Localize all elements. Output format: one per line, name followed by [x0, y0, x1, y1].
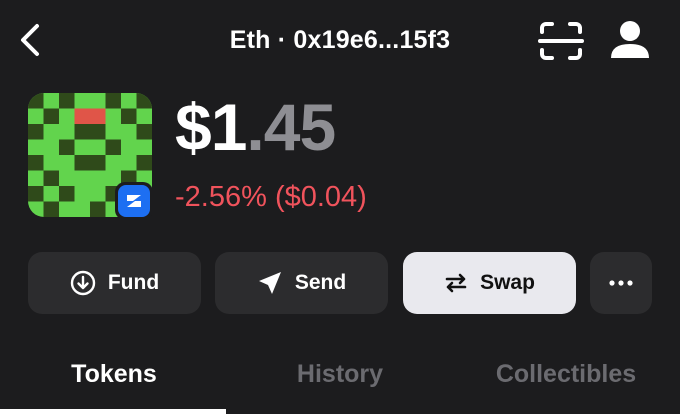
scan-icon [538, 22, 584, 60]
scan-button[interactable] [538, 20, 584, 62]
more-button[interactable] [590, 252, 652, 314]
send-button[interactable]: Send [215, 252, 388, 314]
zksync-icon [127, 195, 141, 207]
arrow-down-circle-icon [70, 270, 96, 296]
swap-button[interactable]: Swap [403, 252, 576, 314]
profile-icon [611, 21, 649, 58]
tab-history[interactable]: History [255, 360, 425, 389]
fund-button[interactable]: Fund [28, 252, 201, 314]
send-label: Send [294, 271, 347, 294]
profile-button[interactable] [607, 18, 653, 62]
balance-decimal: .45 [246, 90, 336, 164]
active-tab-indicator [0, 409, 226, 414]
tab-collectibles[interactable]: Collectibles [480, 360, 652, 389]
more-dots-icon [609, 280, 633, 286]
balance-amount: $1.45 [175, 94, 336, 160]
swap-arrows-icon [445, 273, 467, 293]
balance-main: $1 [175, 90, 247, 164]
fund-label: Fund [107, 271, 160, 294]
swap-label: Swap [480, 271, 535, 294]
tab-tokens[interactable]: Tokens [28, 360, 200, 389]
send-arrow-icon [258, 272, 281, 294]
balance-change: -2.56% ($0.04) [175, 181, 367, 213]
chain-badge [115, 182, 153, 220]
